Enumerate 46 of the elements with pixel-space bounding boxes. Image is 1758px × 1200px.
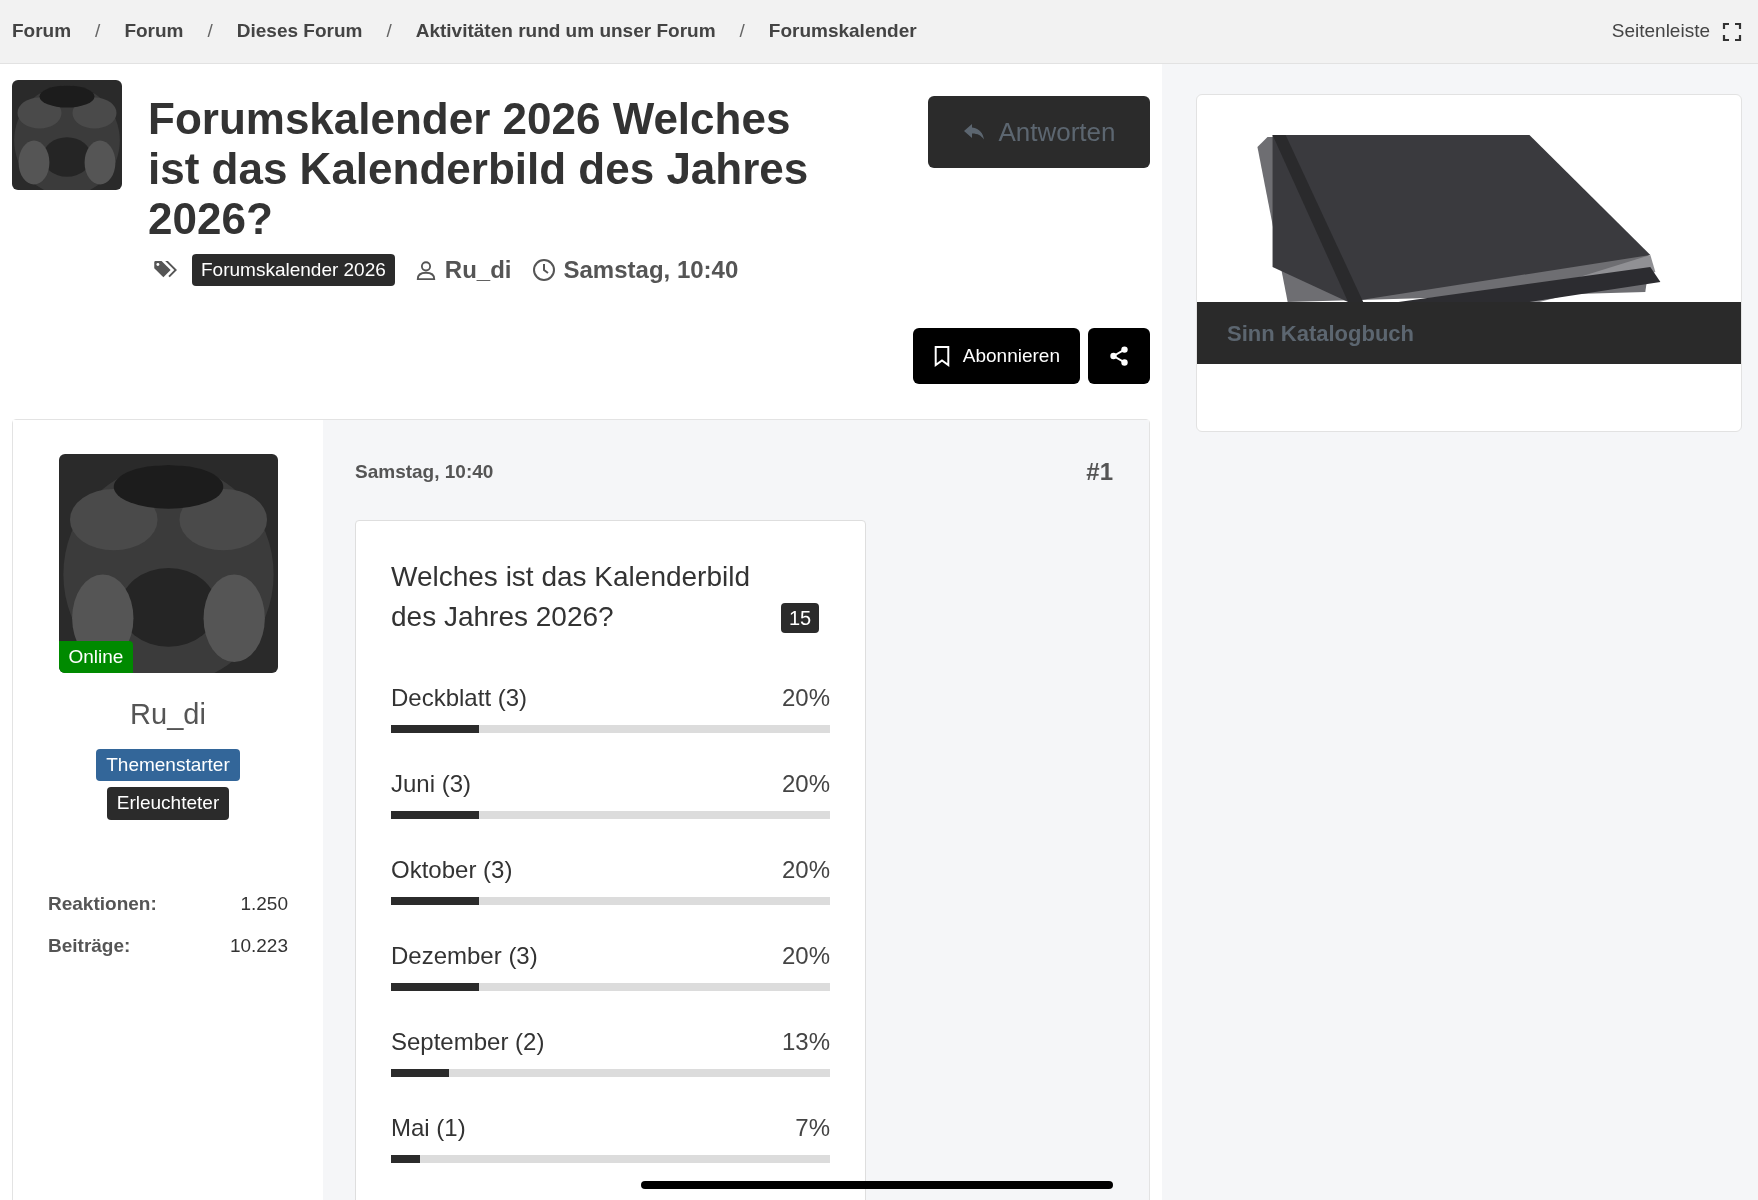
sidebar-toggle-button[interactable]: Seitenleiste — [1611, 17, 1746, 46]
poll-option-label: Dezember (3) — [391, 941, 538, 971]
share-button[interactable] — [1088, 328, 1150, 384]
clock-icon — [531, 258, 556, 282]
share-icon — [1108, 345, 1130, 367]
breadcrumb-link[interactable]: Forumskalender — [768, 17, 917, 46]
post-number: #1 — [1086, 457, 1114, 487]
poll-question: Welches ist das Kalenderbild des Jahres 2026? — [391, 560, 751, 634]
poll-percent: 20% — [781, 683, 830, 713]
user-title-badge: Themenstarter — [96, 748, 240, 781]
stat-label: Beiträge: — [48, 934, 131, 958]
breadcrumb-link[interactable]: Forum — [12, 17, 72, 46]
poll-option-label: Juni (3) — [391, 769, 472, 799]
username[interactable]: Ru_di — [130, 693, 206, 737]
user-title-badge: Erleuchteter — [106, 787, 230, 820]
vote-count-badge: 15 — [781, 603, 820, 633]
breadcrumb-separator: / — [207, 19, 213, 44]
breadcrumb-separator: / — [386, 19, 392, 44]
breadcrumb-link[interactable]: Forum — [124, 17, 184, 46]
subscribe-button[interactable]: Abonnieren — [912, 328, 1080, 384]
poll-percent: 7% — [795, 1113, 830, 1143]
bookmark-icon — [932, 345, 951, 367]
post-date: Samstag, 10:40 — [355, 459, 494, 484]
stat-value: 10.223 — [229, 934, 288, 958]
tags-icon — [154, 260, 180, 280]
breadcrumb-separator: / — [95, 19, 101, 44]
expand-icon — [1722, 21, 1742, 42]
poll-percent: 20% — [781, 769, 830, 799]
author-link[interactable]: Ru_di — [444, 252, 512, 288]
stat-label: Reaktionen: — [48, 891, 157, 916]
tag-label[interactable]: Forumskalender 2026 — [192, 253, 395, 287]
poll-option-label: Oktober (3) — [391, 855, 513, 885]
breadcrumb-separator: / — [739, 19, 745, 44]
poll-percent: 20% — [781, 941, 830, 971]
poll-option-label: Mai (1) — [391, 1113, 466, 1143]
stat-value: 1.250 — [240, 891, 288, 916]
user-icon — [414, 259, 437, 281]
thread-title: Forumskalender 2026 Welches ist das Kalenderbild des Jahres 2026? — [148, 94, 810, 244]
poll-percent: 20% — [781, 855, 830, 885]
poll-percent: 13% — [781, 1027, 830, 1057]
poll-option-label: September (2) — [391, 1027, 545, 1057]
online-badge: Online — [58, 640, 134, 673]
thread-date: Samstag, 10:40 — [563, 255, 739, 285]
breadcrumb-link[interactable]: Dieses Forum — [236, 17, 363, 46]
breadcrumb-link[interactable]: Aktivitäten rund um unser Forum — [415, 17, 716, 46]
poll-option-label: Deckblatt (3) — [391, 683, 528, 713]
